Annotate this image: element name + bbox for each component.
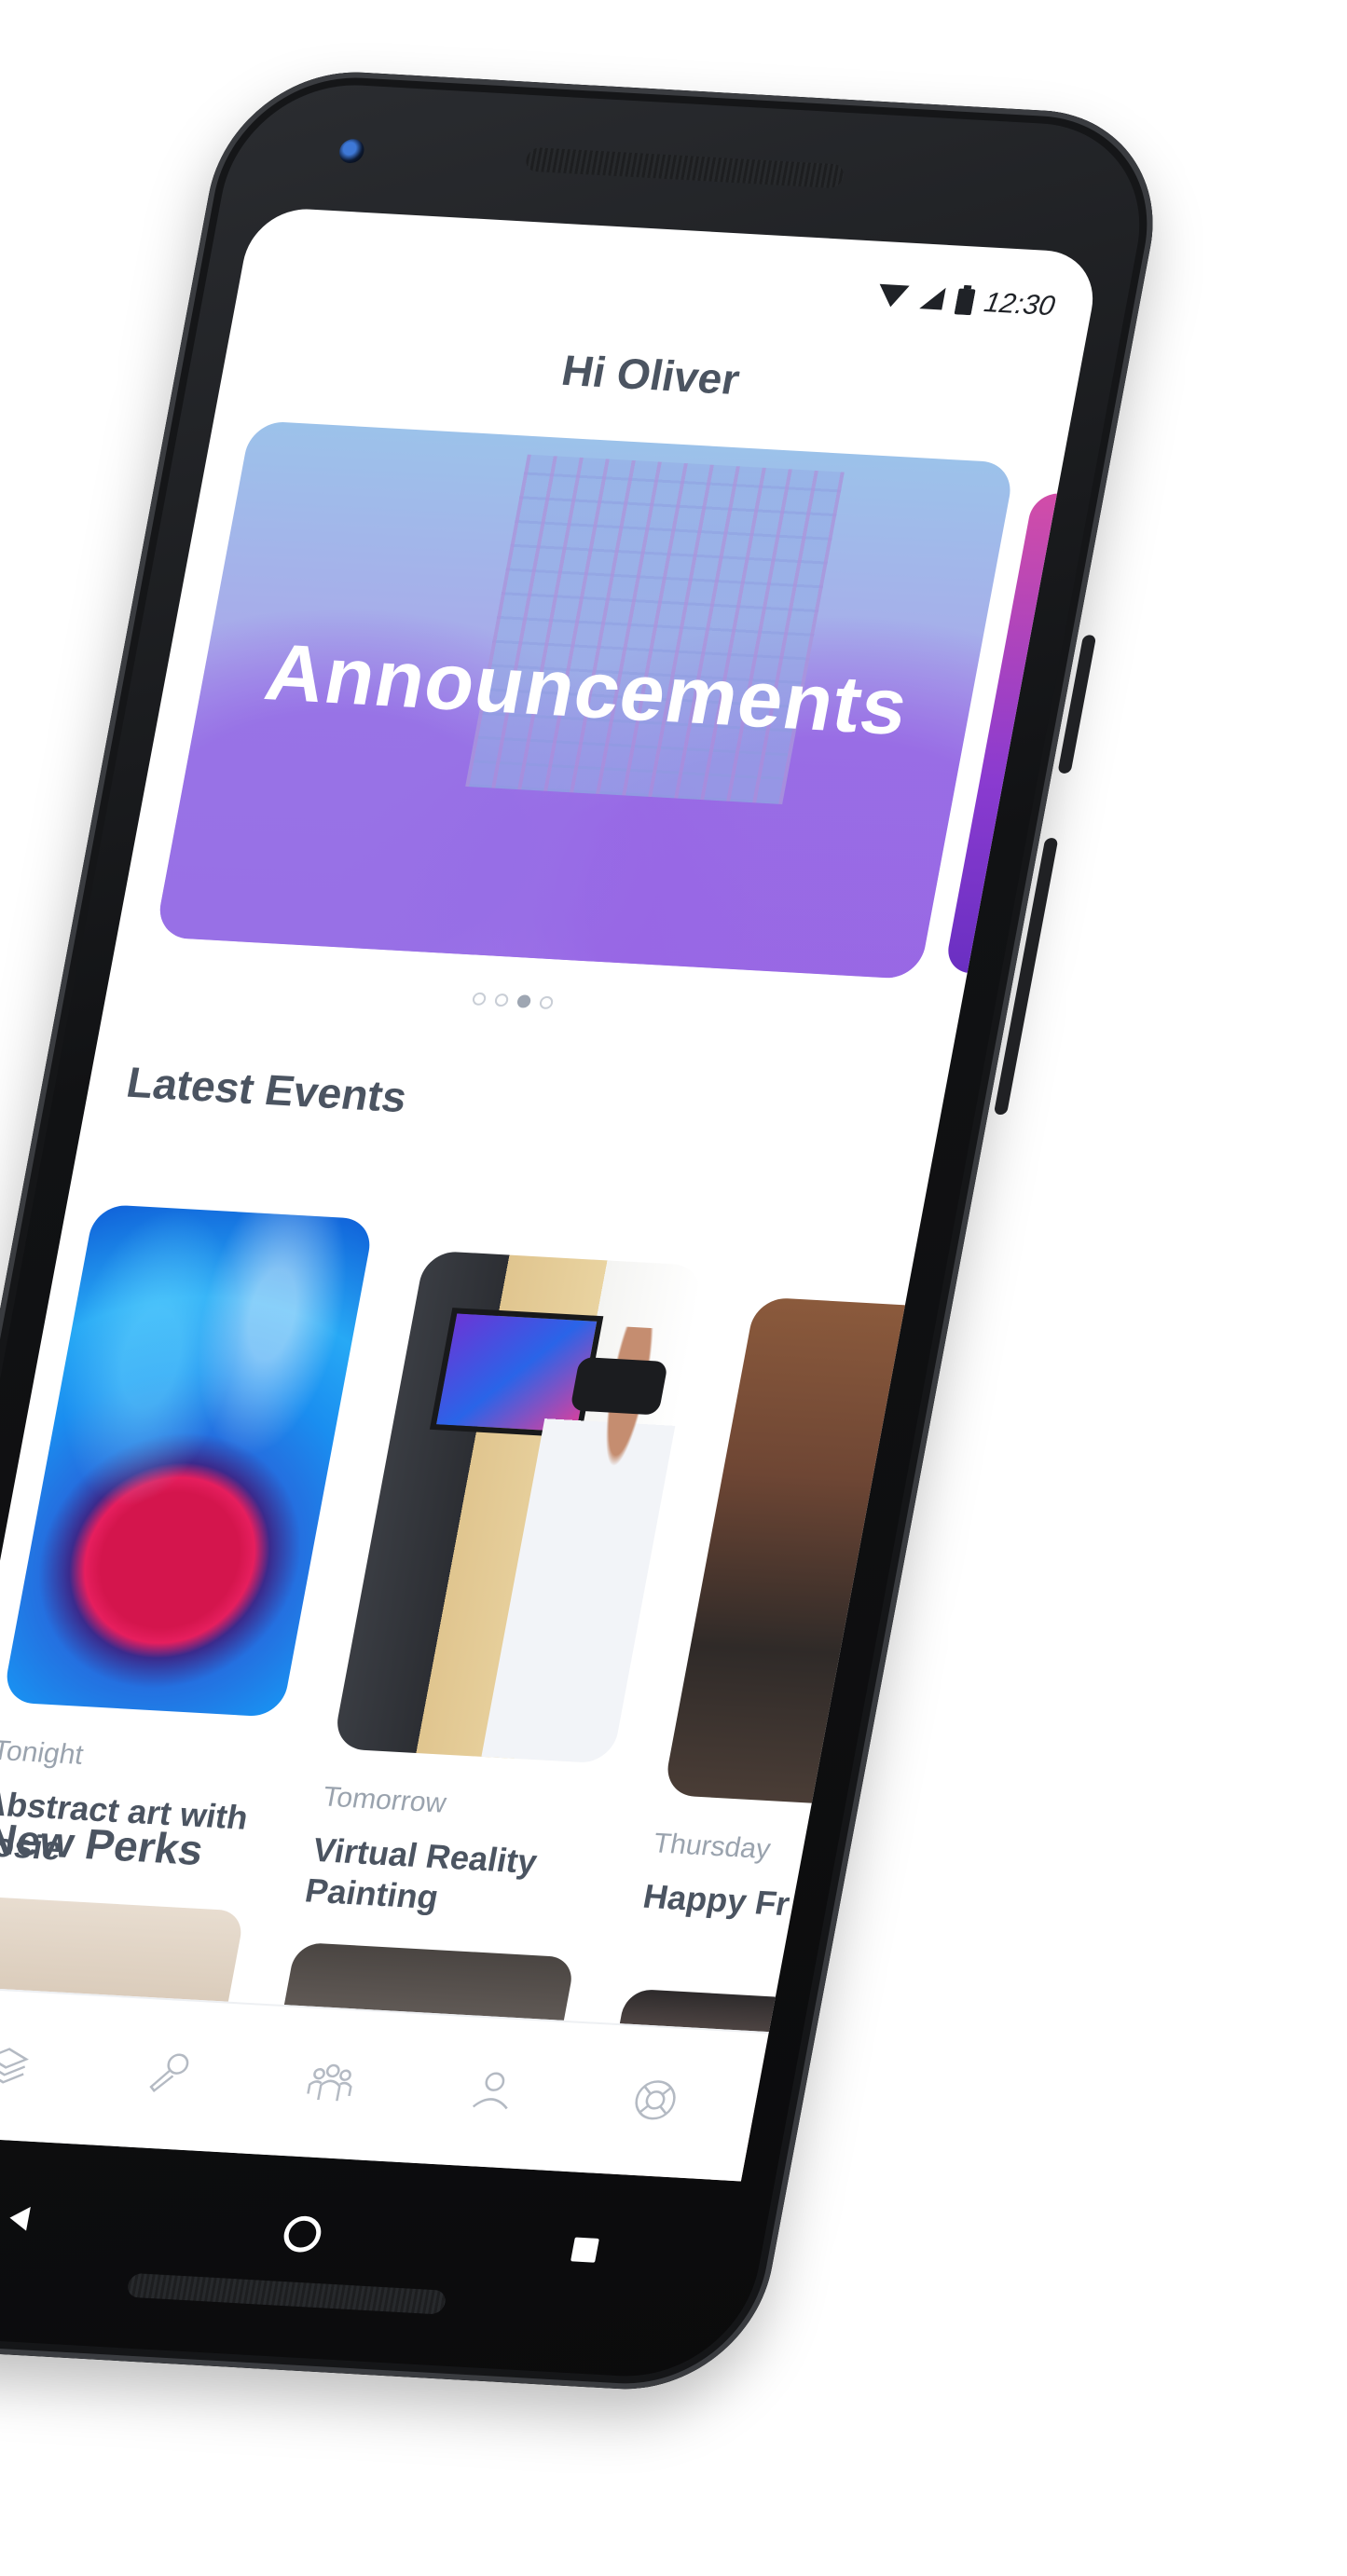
device-mockup: 12:30 Hi Oliver Announcements Latest Eve…: [0, 0, 1347, 2576]
power-button: [1057, 635, 1097, 774]
phone-body: 12:30 Hi Oliver Announcements Latest Eve…: [0, 65, 1175, 2396]
tab-feed[interactable]: [0, 2017, 62, 2115]
home-icon: [278, 2213, 327, 2260]
tab-help[interactable]: [599, 2053, 710, 2151]
tab-events[interactable]: [113, 2026, 224, 2124]
feed-icon: [0, 2036, 37, 2095]
latest-events-heading: Latest Events: [122, 1057, 411, 1122]
tab-profile[interactable]: [437, 2044, 548, 2142]
carousel-pager[interactable]: [471, 992, 555, 1010]
status-bar: 12:30: [873, 279, 1057, 325]
event-card[interactable]: Tomorrow Virtual Reality Painting: [302, 1250, 706, 1926]
event-date: Thursday: [651, 1828, 774, 1866]
home-button[interactable]: [258, 2197, 347, 2275]
building-image: [465, 454, 845, 804]
events-carousel[interactable]: Tonight Abstract art with Josie Tomorrow…: [0, 1203, 1102, 1923]
event-image-vr-painting: [332, 1250, 706, 1764]
pager-dot[interactable]: [493, 993, 510, 1007]
event-date: Tonight: [0, 1734, 87, 1771]
pager-dot[interactable]: [471, 992, 488, 1007]
front-camera: [337, 138, 366, 164]
event-date: Tomorrow: [320, 1781, 449, 1819]
back-button[interactable]: [0, 2181, 63, 2259]
event-image-abstract-art: [1, 1203, 376, 1718]
wifi-icon: [873, 281, 911, 314]
pager-dot-active[interactable]: [515, 994, 532, 1008]
battery-icon: [954, 284, 977, 320]
recents-button[interactable]: [541, 2213, 629, 2291]
help-icon: [624, 2073, 686, 2131]
announcements-card[interactable]: Announcements: [154, 420, 1016, 980]
event-card[interactable]: Tonight Abstract art with Josie: [0, 1203, 376, 1880]
status-time: 12:30: [982, 287, 1058, 322]
profile-icon: [461, 2063, 524, 2122]
earpiece-speaker: [524, 146, 846, 189]
pager-dot[interactable]: [538, 995, 555, 1010]
recents-icon: [566, 2233, 604, 2270]
greeting-title: Hi Oliver: [557, 346, 744, 404]
tab-community[interactable]: [275, 2035, 386, 2133]
event-title: Happy Fr: [639, 1876, 793, 1924]
event-card[interactable]: Thursday Happy Fr: [639, 1296, 1036, 1932]
event-title: Virtual Reality Painting: [302, 1830, 541, 1916]
volume-rocker: [993, 837, 1059, 1116]
microphone-icon: [137, 2045, 199, 2103]
event-image-bar: [662, 1296, 1036, 1811]
signal-icon: [916, 284, 948, 316]
back-icon: [0, 2201, 38, 2239]
vr-headset-graphic: [570, 1356, 669, 1416]
community-icon: [299, 2054, 362, 2113]
app-screen: 12:30 Hi Oliver Announcements Latest Eve…: [0, 206, 1103, 2182]
